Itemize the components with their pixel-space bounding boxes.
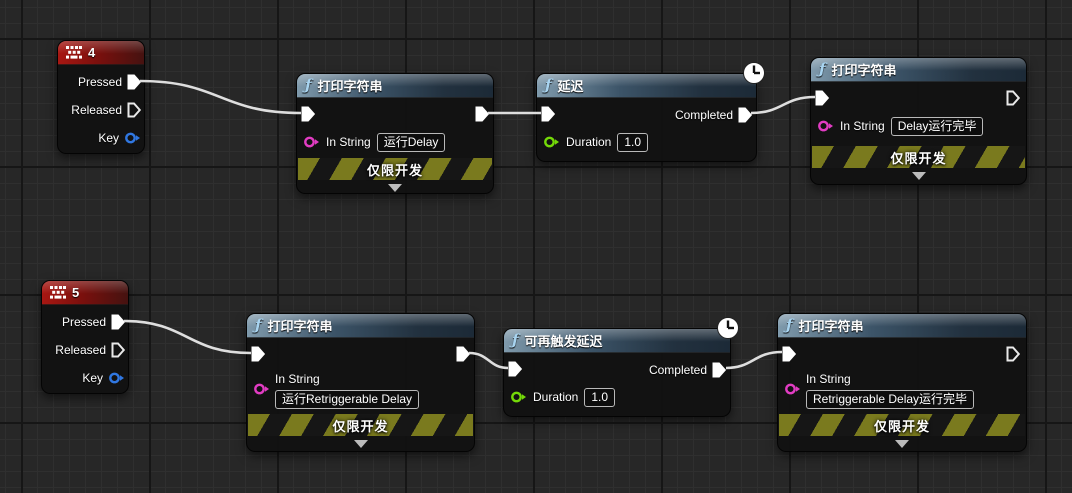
- node-title: 打印字符串: [831, 60, 896, 79]
- development-only-banner: 仅限开发: [298, 158, 492, 180]
- wire-key4-to-print1[interactable]: [140, 81, 301, 113]
- collapse-arrow-icon[interactable]: [895, 440, 909, 448]
- exec-in-pin[interactable]: [541, 106, 555, 122]
- node-header[interactable]: ƒ 可再触发延迟: [504, 329, 730, 353]
- exec-in-pin[interactable]: [251, 346, 265, 362]
- duration-value-field[interactable]: 1.0: [617, 133, 648, 152]
- node-delay[interactable]: ƒ 延迟 Completed Duration 1.0: [536, 73, 757, 162]
- exec-in-pin[interactable]: [815, 90, 829, 106]
- node-print-string-3[interactable]: ƒ 打印字符串 In String 运行Retriggerable Delay …: [246, 313, 475, 452]
- function-icon: ƒ: [305, 78, 311, 93]
- key-struct-pin[interactable]: [124, 131, 141, 145]
- development-only-banner: 仅限开发: [779, 414, 1025, 436]
- wire-key5-to-print3[interactable]: [124, 321, 251, 353]
- node-title: 打印字符串: [317, 76, 382, 95]
- in-string-label: In String: [326, 135, 371, 149]
- wire-delay2-to-print4[interactable]: [726, 352, 782, 368]
- duration-label: Duration: [533, 390, 578, 404]
- banner-label: 仅限开发: [332, 416, 388, 435]
- duration-label: Duration: [566, 135, 611, 149]
- exec-in-pin[interactable]: [301, 106, 315, 122]
- development-only-banner: 仅限开发: [812, 146, 1025, 168]
- exec-in-pin[interactable]: [508, 361, 522, 377]
- key-struct-pin[interactable]: [108, 371, 125, 385]
- in-string-label: In String: [806, 372, 851, 386]
- exec-out-pin[interactable]: [1006, 90, 1020, 106]
- node-title: 延迟: [557, 76, 583, 95]
- node-print-string-1[interactable]: ƒ 打印字符串 In String 运行Delay 仅限开发: [296, 73, 494, 194]
- function-icon: ƒ: [255, 318, 261, 333]
- function-icon: ƒ: [545, 78, 551, 93]
- completed-exec-pin[interactable]: [738, 107, 752, 123]
- duration-pin[interactable]: [543, 135, 560, 149]
- collapse-arrow-icon[interactable]: [912, 172, 926, 180]
- released-exec-pin[interactable]: [111, 342, 125, 358]
- duration-value-field[interactable]: 1.0: [584, 388, 615, 407]
- node-header[interactable]: ƒ 打印字符串: [297, 74, 493, 98]
- in-string-value-field[interactable]: 运行Retriggerable Delay: [275, 390, 419, 409]
- node-title: 可再触发延迟: [524, 331, 602, 350]
- node-title: 4: [88, 45, 95, 60]
- collapse-arrow-icon[interactable]: [354, 440, 368, 448]
- key-pin-label: Key: [98, 131, 119, 145]
- function-icon: ƒ: [786, 318, 792, 333]
- keyboard-icon: [50, 286, 66, 299]
- graph-canvas[interactable]: { "editor": {"name": "blueprint-event-gr…: [0, 0, 1072, 493]
- in-string-label: In String: [840, 119, 885, 133]
- node-key-event-4[interactable]: 4 Pressed Released Key: [57, 40, 145, 154]
- banner-label: 仅限开发: [367, 160, 423, 179]
- node-header[interactable]: ƒ 延迟: [537, 74, 756, 98]
- node-retriggerable-delay[interactable]: ƒ 可再触发延迟 Completed Duration 1.0: [503, 328, 731, 417]
- node-title: 打印字符串: [267, 316, 332, 335]
- completed-exec-pin[interactable]: [712, 362, 726, 378]
- completed-pin-label: Completed: [649, 363, 707, 377]
- banner-label: 仅限开发: [890, 148, 946, 167]
- in-string-value-field[interactable]: Delay运行完毕: [891, 117, 984, 136]
- exec-out-pin[interactable]: [475, 106, 489, 122]
- exec-in-pin[interactable]: [782, 346, 796, 362]
- function-icon: ƒ: [512, 333, 518, 348]
- node-header[interactable]: ƒ 打印字符串: [811, 58, 1026, 82]
- exec-out-pin[interactable]: [456, 346, 470, 362]
- keyboard-icon: [66, 46, 82, 59]
- duration-pin[interactable]: [510, 390, 527, 404]
- node-header[interactable]: ƒ 打印字符串: [778, 314, 1026, 338]
- pressed-pin-label: Pressed: [78, 75, 122, 89]
- released-pin-label: Released: [71, 103, 122, 117]
- in-string-value-field[interactable]: Retriggerable Delay运行完毕: [806, 390, 974, 409]
- exec-out-pin[interactable]: [1006, 346, 1020, 362]
- development-only-banner: 仅限开发: [248, 414, 473, 436]
- latent-clock-icon: [716, 316, 740, 340]
- node-header[interactable]: 4: [58, 41, 144, 65]
- in-string-pin[interactable]: [253, 382, 270, 396]
- pressed-exec-pin[interactable]: [127, 74, 141, 90]
- node-title: 打印字符串: [798, 316, 863, 335]
- in-string-pin[interactable]: [303, 135, 320, 149]
- node-key-event-5[interactable]: 5 Pressed Released Key: [41, 280, 129, 394]
- collapse-arrow-icon[interactable]: [388, 184, 402, 192]
- key-pin-label: Key: [82, 371, 103, 385]
- node-print-string-4[interactable]: ƒ 打印字符串 In String Retriggerable Delay运行完…: [777, 313, 1027, 452]
- in-string-label: In String: [275, 372, 320, 386]
- node-print-string-2[interactable]: ƒ 打印字符串 In String Delay运行完毕 仅限开发: [810, 57, 1027, 185]
- released-exec-pin[interactable]: [127, 102, 141, 118]
- node-header[interactable]: ƒ 打印字符串: [247, 314, 474, 338]
- pressed-pin-label: Pressed: [62, 315, 106, 329]
- node-title: 5: [72, 285, 79, 300]
- in-string-pin[interactable]: [784, 382, 801, 396]
- wire-delay1-to-print2[interactable]: [751, 97, 815, 113]
- latent-clock-icon: [742, 61, 766, 85]
- pressed-exec-pin[interactable]: [111, 314, 125, 330]
- in-string-value-field[interactable]: 运行Delay: [377, 133, 446, 152]
- completed-pin-label: Completed: [675, 108, 733, 122]
- node-header[interactable]: 5: [42, 281, 128, 305]
- function-icon: ƒ: [819, 62, 825, 77]
- banner-label: 仅限开发: [874, 416, 930, 435]
- released-pin-label: Released: [55, 343, 106, 357]
- in-string-pin[interactable]: [817, 119, 834, 133]
